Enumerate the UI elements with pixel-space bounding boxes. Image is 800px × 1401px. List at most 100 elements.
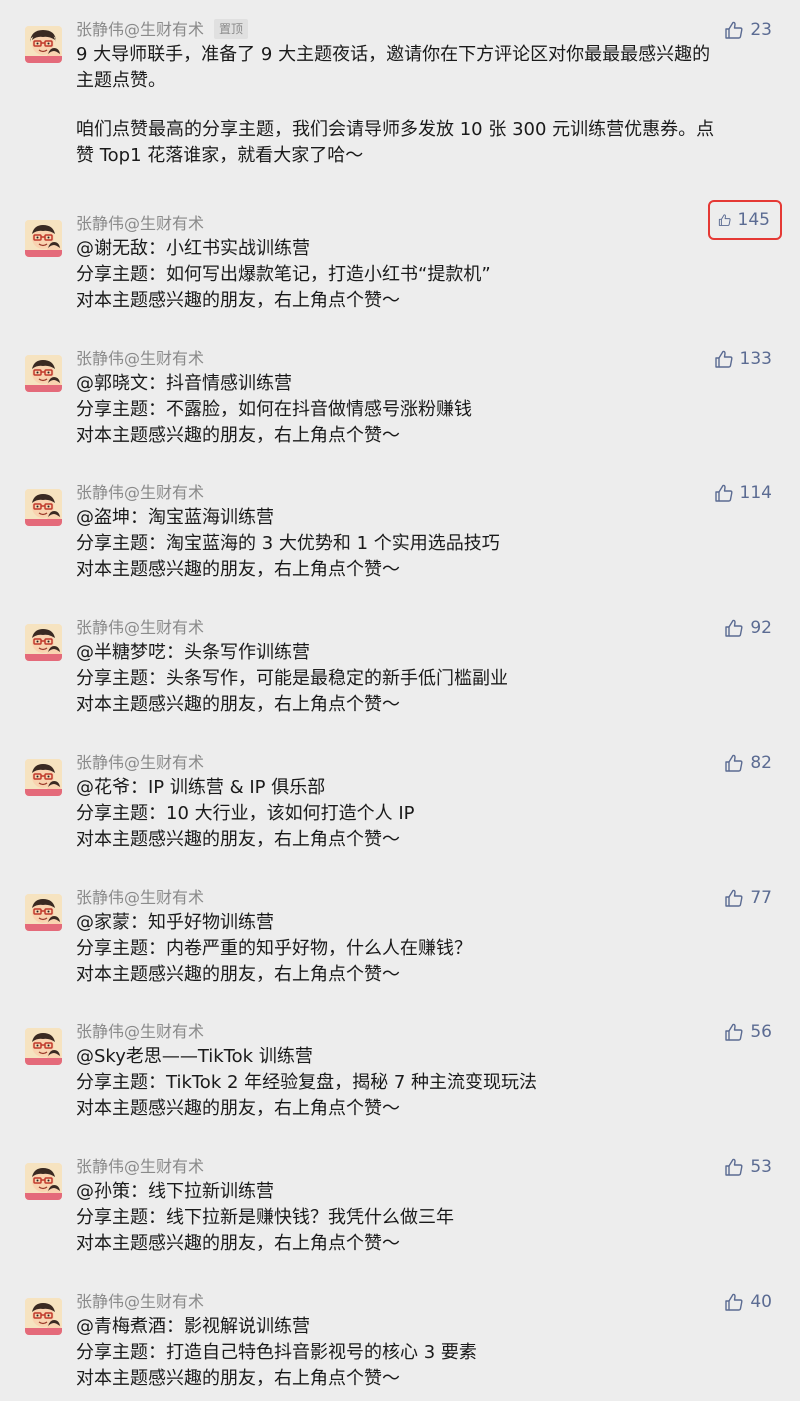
cartoon-avatar-icon — [25, 220, 62, 257]
call-to-action-line: 对本主题感兴趣的朋友，右上角点个赞～ — [76, 559, 400, 580]
avatar[interactable] — [25, 220, 62, 257]
call-to-action-line: 对本主题感兴趣的朋友，右上角点个赞～ — [76, 290, 400, 311]
cartoon-avatar-icon — [25, 624, 62, 661]
author-line: 张静伟@生财有术 置顶 — [76, 18, 249, 42]
call-to-action-line: 对本主题感兴趣的朋友，右上角点个赞～ — [76, 694, 400, 715]
avatar[interactable] — [25, 26, 62, 63]
like-button[interactable]: 40 — [724, 1289, 772, 1315]
thumbs-up-icon — [725, 889, 743, 907]
topic-line: 分享主题：10 大行业，该如何打造个人 IP — [76, 803, 415, 824]
cartoon-avatar-icon — [25, 1163, 62, 1200]
mentor-camp-line: @谢无敌：小红书实战训练营 — [76, 238, 310, 259]
author-name[interactable]: 张静伟@生财有术 — [76, 214, 204, 233]
author-line: 张静伟@生财有术 — [76, 751, 204, 775]
comment-body: 9 大导师联手，准备了 9 大主题夜话，邀请你在下方评论区对你最最最感兴趣的 主… — [76, 42, 776, 169]
author-name[interactable]: 张静伟@生财有术 — [76, 1022, 204, 1041]
thumbs-up-icon — [725, 1023, 743, 1041]
like-count: 53 — [750, 1157, 772, 1177]
cartoon-avatar-icon — [25, 489, 62, 526]
author-name[interactable]: 张静伟@生财有术 — [76, 483, 204, 502]
call-to-action-line: 对本主题感兴趣的朋友，右上角点个赞～ — [76, 1098, 400, 1119]
like-count: 145 — [737, 210, 770, 230]
call-to-action-line: 对本主题感兴趣的朋友，右上角点个赞～ — [76, 425, 400, 446]
thumbs-up-icon — [725, 754, 743, 772]
topic-line: 分享主题：头条写作，可能是最稳定的新手低门槛副业 — [76, 668, 508, 689]
avatar[interactable] — [25, 489, 62, 526]
body-line: 咱们点赞最高的分享主题，我们会请导师多发放 10 张 300 元训练营优惠券。点 — [76, 119, 715, 140]
author-name[interactable]: 张静伟@生财有术 — [76, 888, 204, 907]
like-button[interactable]: 82 — [724, 750, 772, 776]
avatar[interactable] — [25, 624, 62, 661]
like-count: 40 — [750, 1292, 772, 1312]
avatar[interactable] — [25, 894, 62, 931]
cartoon-avatar-icon — [25, 1028, 62, 1065]
mentor-camp-line: @家蒙：知乎好物训练营 — [76, 912, 274, 933]
thumbs-up-icon — [714, 350, 733, 368]
topic-line: 分享主题：不露脸，如何在抖音做情感号涨粉赚钱 — [76, 399, 472, 420]
like-button[interactable]: 133 — [714, 346, 772, 372]
avatar[interactable] — [25, 355, 62, 392]
thumbs-up-icon — [714, 484, 733, 502]
like-count: 77 — [750, 888, 772, 908]
like-count: 92 — [750, 618, 772, 638]
call-to-action-line: 对本主题感兴趣的朋友，右上角点个赞～ — [76, 964, 400, 985]
comment-body: @孙策：线下拉新训练营 分享主题：线下拉新是赚快钱？我凭什么做三年 对本主题感兴… — [76, 1179, 776, 1257]
author-line: 张静伟@生财有术 — [76, 347, 204, 371]
comment-body: @Sky老思——TikTok 训练营 分享主题：TikTok 2 年经验复盘，揭… — [76, 1044, 776, 1122]
mentor-camp-line: @半糖梦呓：头条写作训练营 — [76, 642, 310, 663]
body-line: 主题点赞。 — [76, 70, 166, 91]
topic-line: 分享主题：淘宝蓝海的 3 大优势和 1 个实用选品技巧 — [76, 533, 500, 554]
mentor-camp-line: @Sky老思——TikTok 训练营 — [76, 1046, 313, 1067]
avatar[interactable] — [25, 1028, 62, 1065]
cartoon-avatar-icon — [25, 26, 62, 63]
like-button[interactable]: 92 — [724, 615, 772, 641]
author-name[interactable]: 张静伟@生财有术 — [76, 1157, 204, 1176]
author-name[interactable]: 张静伟@生财有术 — [76, 349, 204, 368]
call-to-action-line: 对本主题感兴趣的朋友，右上角点个赞～ — [76, 1368, 400, 1389]
like-button-highlighted[interactable]: 145 — [708, 200, 782, 240]
comment-body: @家蒙：知乎好物训练营 分享主题：内卷严重的知乎好物，什么人在赚钱？ 对本主题感… — [76, 910, 776, 988]
author-name[interactable]: 张静伟@生财有术 — [76, 618, 204, 637]
cartoon-avatar-icon — [25, 1298, 62, 1335]
mentor-camp-line: @盗坤：淘宝蓝海训练营 — [76, 507, 274, 528]
avatar[interactable] — [25, 1163, 62, 1200]
like-button[interactable]: 77 — [724, 885, 772, 911]
author-line: 张静伟@生财有术 — [76, 1020, 204, 1044]
author-name[interactable]: 张静伟@生财有术 — [76, 1292, 204, 1311]
like-button[interactable]: 114 — [714, 480, 772, 506]
like-count: 82 — [750, 753, 772, 773]
comment-body: @郭晓文：抖音情感训练营 分享主题：不露脸，如何在抖音做情感号涨粉赚钱 对本主题… — [76, 371, 776, 449]
body-line: 赞 Top1 花落谁家，就看大家了哈～ — [76, 145, 364, 166]
comment-body: @谢无敌：小红书实战训练营 分享主题：如何写出爆款笔记，打造小红书“提款机” 对… — [76, 236, 776, 314]
cartoon-avatar-icon — [25, 759, 62, 796]
like-count: 56 — [750, 1022, 772, 1042]
like-count: 114 — [739, 483, 772, 503]
like-button[interactable]: 23 — [724, 17, 772, 43]
comment-body: @青梅煮酒：影视解说训练营 分享主题：打造自己特色抖音影视号的核心 3 要素 对… — [76, 1314, 776, 1392]
thumbs-up-icon — [725, 1293, 743, 1311]
avatar[interactable] — [25, 1298, 62, 1335]
author-name[interactable]: 张静伟@生财有术 — [76, 20, 204, 39]
thumbs-up-icon — [725, 1158, 743, 1176]
comment-body: @花爷：IP 训练营 & IP 俱乐部 分享主题：10 大行业，该如何打造个人 … — [76, 775, 776, 853]
topic-line: 分享主题：TikTok 2 年经验复盘，揭秘 7 种主流变现玩法 — [76, 1072, 538, 1093]
like-count: 23 — [750, 20, 772, 40]
author-name[interactable]: 张静伟@生财有术 — [76, 753, 204, 772]
author-line: 张静伟@生财有术 — [76, 1155, 204, 1179]
topic-line: 分享主题：内卷严重的知乎好物，什么人在赚钱？ — [76, 938, 472, 959]
mentor-camp-line: @孙策：线下拉新训练营 — [76, 1181, 274, 1202]
author-line: 张静伟@生财有术 — [76, 212, 204, 236]
author-line: 张静伟@生财有术 — [76, 886, 204, 910]
comment-body: @半糖梦呓：头条写作训练营 分享主题：头条写作，可能是最稳定的新手低门槛副业 对… — [76, 640, 776, 718]
cartoon-avatar-icon — [25, 894, 62, 931]
like-button[interactable]: 53 — [724, 1154, 772, 1180]
like-button[interactable]: 56 — [724, 1019, 772, 1045]
author-line: 张静伟@生财有术 — [76, 1290, 204, 1314]
cartoon-avatar-icon — [25, 355, 62, 392]
author-line: 张静伟@生财有术 — [76, 616, 204, 640]
mentor-camp-line: @郭晓文：抖音情感训练营 — [76, 373, 292, 394]
thumbs-up-icon — [725, 21, 743, 39]
comment-body: @盗坤：淘宝蓝海训练营 分享主题：淘宝蓝海的 3 大优势和 1 个实用选品技巧 … — [76, 505, 776, 583]
avatar[interactable] — [25, 759, 62, 796]
author-line: 张静伟@生财有术 — [76, 481, 204, 505]
